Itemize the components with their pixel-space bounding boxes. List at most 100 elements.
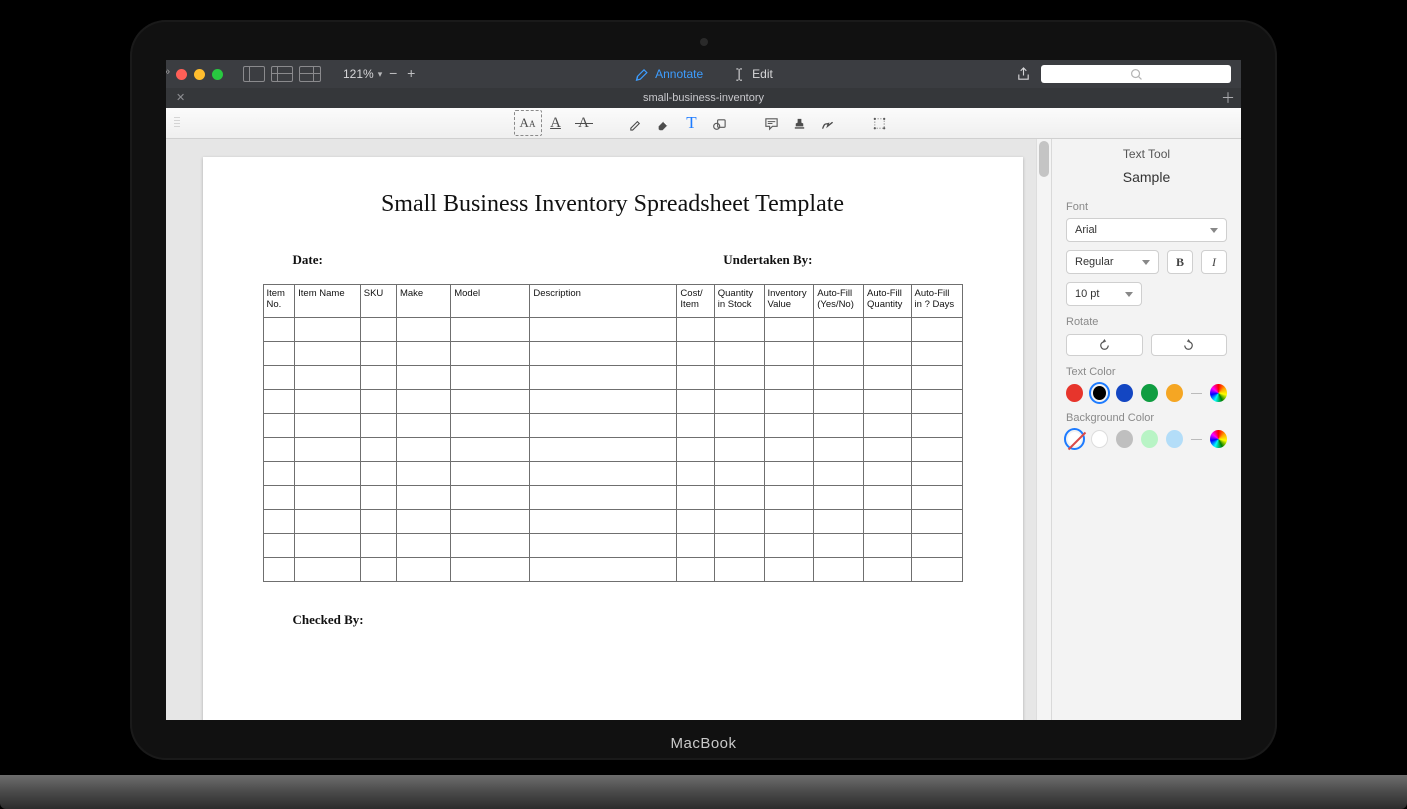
link-tool[interactable] xyxy=(817,112,839,134)
table-cell[interactable] xyxy=(677,390,714,414)
table-cell[interactable] xyxy=(911,438,962,462)
table-cell[interactable] xyxy=(911,390,962,414)
font-style-select[interactable]: Regular xyxy=(1066,250,1159,274)
table-cell[interactable] xyxy=(396,534,450,558)
custom-color-button[interactable] xyxy=(1210,384,1227,402)
table-cell[interactable] xyxy=(451,558,530,582)
thumbnail-view-button[interactable] xyxy=(271,66,293,82)
table-cell[interactable] xyxy=(814,414,864,438)
table-cell[interactable] xyxy=(396,438,450,462)
table-cell[interactable] xyxy=(714,510,764,534)
table-cell[interactable] xyxy=(451,534,530,558)
underline-tool[interactable]: A xyxy=(545,112,567,134)
table-cell[interactable] xyxy=(451,366,530,390)
fullscreen-window-button[interactable] xyxy=(212,69,223,80)
toolbar-handle[interactable] xyxy=(174,117,180,129)
table-cell[interactable] xyxy=(451,342,530,366)
table-cell[interactable] xyxy=(360,558,396,582)
italic-button[interactable]: I xyxy=(1201,250,1227,274)
table-cell[interactable] xyxy=(864,342,912,366)
table-cell[interactable] xyxy=(530,462,677,486)
bg-color-swatch[interactable] xyxy=(1166,430,1183,448)
zoom-value[interactable]: 121% xyxy=(343,67,374,81)
table-cell[interactable] xyxy=(911,414,962,438)
table-cell[interactable] xyxy=(451,414,530,438)
table-cell[interactable] xyxy=(530,534,677,558)
table-cell[interactable] xyxy=(814,534,864,558)
table-cell[interactable] xyxy=(814,558,864,582)
font-style-tool[interactable]: AA xyxy=(517,112,539,134)
table-cell[interactable] xyxy=(864,390,912,414)
table-cell[interactable] xyxy=(814,366,864,390)
sidebar-view-button[interactable] xyxy=(243,66,265,82)
table-cell[interactable] xyxy=(864,414,912,438)
table-cell[interactable] xyxy=(911,534,962,558)
table-cell[interactable] xyxy=(530,438,677,462)
table-cell[interactable] xyxy=(714,414,764,438)
table-cell[interactable] xyxy=(864,438,912,462)
table-cell[interactable] xyxy=(677,414,714,438)
table-cell[interactable] xyxy=(911,510,962,534)
table-cell[interactable] xyxy=(295,390,361,414)
table-cell[interactable] xyxy=(396,462,450,486)
table-cell[interactable] xyxy=(451,462,530,486)
text-color-swatch[interactable] xyxy=(1116,384,1133,402)
eraser-tool[interactable] xyxy=(653,112,675,134)
table-cell[interactable] xyxy=(677,366,714,390)
table-cell[interactable] xyxy=(263,486,295,510)
bg-color-swatch[interactable] xyxy=(1116,430,1133,448)
bg-color-swatch[interactable] xyxy=(1091,430,1108,448)
table-cell[interactable] xyxy=(295,462,361,486)
table-cell[interactable] xyxy=(911,486,962,510)
close-window-button[interactable] xyxy=(176,69,187,80)
table-cell[interactable] xyxy=(714,462,764,486)
tab-title[interactable]: small-business-inventory xyxy=(643,92,764,104)
table-cell[interactable] xyxy=(530,486,677,510)
table-cell[interactable] xyxy=(263,510,295,534)
table-cell[interactable] xyxy=(677,342,714,366)
table-cell[interactable] xyxy=(714,438,764,462)
table-cell[interactable] xyxy=(263,390,295,414)
table-cell[interactable] xyxy=(263,462,295,486)
custom-color-button[interactable] xyxy=(1210,430,1227,448)
table-cell[interactable] xyxy=(360,390,396,414)
table-cell[interactable] xyxy=(396,390,450,414)
table-cell[interactable] xyxy=(295,510,361,534)
table-cell[interactable] xyxy=(295,438,361,462)
table-cell[interactable] xyxy=(764,390,814,414)
table-cell[interactable] xyxy=(530,342,677,366)
table-cell[interactable] xyxy=(677,534,714,558)
table-cell[interactable] xyxy=(814,486,864,510)
table-cell[interactable] xyxy=(451,318,530,342)
table-cell[interactable] xyxy=(911,558,962,582)
table-cell[interactable] xyxy=(864,534,912,558)
table-cell[interactable] xyxy=(295,366,361,390)
text-color-swatch[interactable] xyxy=(1166,384,1183,402)
table-cell[interactable] xyxy=(396,366,450,390)
table-cell[interactable] xyxy=(263,318,295,342)
table-cell[interactable] xyxy=(864,318,912,342)
table-cell[interactable] xyxy=(677,486,714,510)
table-cell[interactable] xyxy=(677,438,714,462)
table-cell[interactable] xyxy=(530,318,677,342)
table-cell[interactable] xyxy=(263,558,295,582)
font-size-select[interactable]: 10 pt xyxy=(1066,282,1142,306)
bold-button[interactable]: B xyxy=(1167,250,1193,274)
table-cell[interactable] xyxy=(295,414,361,438)
table-cell[interactable] xyxy=(714,318,764,342)
table-cell[interactable] xyxy=(530,390,677,414)
table-cell[interactable] xyxy=(911,462,962,486)
table-cell[interactable] xyxy=(396,414,450,438)
document-viewport[interactable]: Small Business Inventory Spreadsheet Tem… xyxy=(166,139,1051,720)
table-cell[interactable] xyxy=(263,534,295,558)
table-cell[interactable] xyxy=(714,558,764,582)
table-cell[interactable] xyxy=(396,510,450,534)
table-cell[interactable] xyxy=(764,462,814,486)
table-cell[interactable] xyxy=(814,462,864,486)
table-cell[interactable] xyxy=(295,318,361,342)
table-cell[interactable] xyxy=(764,558,814,582)
table-cell[interactable] xyxy=(864,510,912,534)
table-cell[interactable] xyxy=(295,534,361,558)
share-button[interactable] xyxy=(1016,67,1031,82)
table-cell[interactable] xyxy=(263,342,295,366)
